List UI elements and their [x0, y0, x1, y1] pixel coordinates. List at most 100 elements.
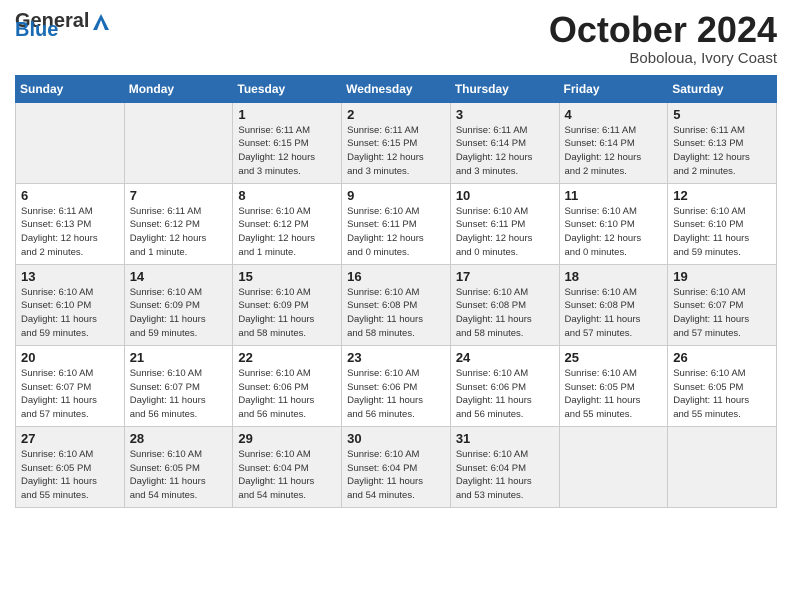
- day-info: Sunrise: 6:11 AMSunset: 6:13 PMDaylight:…: [21, 205, 119, 260]
- calendar-cell: 25 Sunrise: 6:10 AMSunset: 6:05 PMDayligh…: [559, 345, 668, 426]
- day-number: 30: [347, 431, 445, 446]
- calendar-cell: 16Sunrise: 6:10 AMSunset: 6:08 PMDayligh…: [342, 264, 451, 345]
- day-number: 24: [456, 350, 554, 365]
- weekday-header-row: SundayMondayTuesdayWednesdayThursdayFrid…: [16, 75, 777, 102]
- title-area: October 2024 Boboloua, Ivory Coast: [549, 10, 777, 67]
- logo-icon: [91, 12, 111, 32]
- logo-area: General Blue: [15, 10, 111, 42]
- calendar-cell: 24 Sunrise: 6:10 AMSunset: 6:06 PMDayligh…: [450, 345, 559, 426]
- day-info: Sunrise: 6:10 AMSunset: 6:10 PMDaylight:…: [21, 286, 119, 341]
- day-info: Sunrise: 6:10 AMSunset: 6:05 PMDaylight:…: [130, 448, 228, 503]
- day-info: Sunrise: 6:11 AMSunset: 6:15 PMDaylight:…: [347, 124, 445, 179]
- day-number: 17: [456, 269, 554, 284]
- weekday-header-thursday: Thursday: [450, 75, 559, 102]
- calendar-cell: 30Sunrise: 6:10 AMSunset: 6:04 PMDayligh…: [342, 426, 451, 507]
- day-info: Sunrise: 6:10 AMSunset: 6:04 PMDaylight:…: [238, 448, 336, 503]
- day-info: Sunrise: 6:10 AMSunset: 6:08 PMDaylight:…: [456, 286, 554, 341]
- calendar-cell: 9Sunrise: 6:10 AMSunset: 6:11 PMDaylight…: [342, 183, 451, 264]
- day-number: 1: [238, 107, 336, 122]
- day-info: Sunrise: 6:10 AMSunset: 6:06 PMDaylight:…: [347, 367, 445, 422]
- logo-text-blue: Blue: [15, 19, 58, 42]
- day-info: Sunrise: 6:10 AMSunset: 6:05 PMDaylight:…: [565, 367, 663, 422]
- calendar-cell: 4 Sunrise: 6:11 AMSunset: 6:14 PMDaylight…: [559, 102, 668, 183]
- calendar-cell: 18Sunrise: 6:10 AMSunset: 6:08 PMDayligh…: [559, 264, 668, 345]
- day-info: Sunrise: 6:10 AMSunset: 6:12 PMDaylight:…: [238, 205, 336, 260]
- day-info: Sunrise: 6:10 AMSunset: 6:07 PMDaylight:…: [673, 286, 771, 341]
- weekday-header-monday: Monday: [124, 75, 233, 102]
- calendar-cell: 22 Sunrise: 6:10 AMSunset: 6:06 PMDayligh…: [233, 345, 342, 426]
- calendar-week-row: 27 Sunrise: 6:10 AMSunset: 6:05 PMDayligh…: [16, 426, 777, 507]
- day-info: Sunrise: 6:10 AMSunset: 6:05 PMDaylight:…: [673, 367, 771, 422]
- day-number: 28: [130, 431, 228, 446]
- calendar-cell: 31 Sunrise: 6:10 AMSunset: 6:04 PMDayligh…: [450, 426, 559, 507]
- calendar-week-row: 1 Sunrise: 6:11 AMSunset: 6:15 PMDaylight…: [16, 102, 777, 183]
- day-info: Sunrise: 6:10 AMSunset: 6:07 PMDaylight:…: [21, 367, 119, 422]
- day-number: 16: [347, 269, 445, 284]
- day-number: 18: [565, 269, 663, 284]
- calendar-cell: 27 Sunrise: 6:10 AMSunset: 6:05 PMDayligh…: [16, 426, 125, 507]
- calendar-week-row: 13Sunrise: 6:10 AMSunset: 6:10 PMDayligh…: [16, 264, 777, 345]
- calendar-cell: 26Sunrise: 6:10 AMSunset: 6:05 PMDayligh…: [668, 345, 777, 426]
- day-info: Sunrise: 6:11 AMSunset: 6:14 PMDaylight:…: [456, 124, 554, 179]
- calendar-cell: 29 Sunrise: 6:10 AMSunset: 6:04 PMDayligh…: [233, 426, 342, 507]
- calendar-week-row: 20 Sunrise: 6:10 AMSunset: 6:07 PMDayligh…: [16, 345, 777, 426]
- day-number: 4: [565, 107, 663, 122]
- calendar-cell: 15Sunrise: 6:10 AMSunset: 6:09 PMDayligh…: [233, 264, 342, 345]
- calendar-cell: 6 Sunrise: 6:11 AMSunset: 6:13 PMDaylight…: [16, 183, 125, 264]
- day-number: 20: [21, 350, 119, 365]
- day-number: 27: [21, 431, 119, 446]
- day-info: Sunrise: 6:10 AMSunset: 6:09 PMDaylight:…: [130, 286, 228, 341]
- day-number: 23: [347, 350, 445, 365]
- day-info: Sunrise: 6:11 AMSunset: 6:14 PMDaylight:…: [565, 124, 663, 179]
- day-info: Sunrise: 6:10 AMSunset: 6:06 PMDaylight:…: [238, 367, 336, 422]
- calendar-cell: 17 Sunrise: 6:10 AMSunset: 6:08 PMDayligh…: [450, 264, 559, 345]
- day-number: 22: [238, 350, 336, 365]
- day-number: 2: [347, 107, 445, 122]
- day-number: 12: [673, 188, 771, 203]
- calendar-cell: 1 Sunrise: 6:11 AMSunset: 6:15 PMDaylight…: [233, 102, 342, 183]
- weekday-header-sunday: Sunday: [16, 75, 125, 102]
- calendar-cell: [124, 102, 233, 183]
- calendar-cell: 11 Sunrise: 6:10 AMSunset: 6:10 PMDayligh…: [559, 183, 668, 264]
- day-info: Sunrise: 6:11 AMSunset: 6:13 PMDaylight:…: [673, 124, 771, 179]
- calendar-cell: [16, 102, 125, 183]
- day-number: 14: [130, 269, 228, 284]
- calendar-week-row: 6 Sunrise: 6:11 AMSunset: 6:13 PMDaylight…: [16, 183, 777, 264]
- weekday-header-tuesday: Tuesday: [233, 75, 342, 102]
- weekday-header-saturday: Saturday: [668, 75, 777, 102]
- calendar-cell: 2 Sunrise: 6:11 AMSunset: 6:15 PMDaylight…: [342, 102, 451, 183]
- day-number: 29: [238, 431, 336, 446]
- day-info: Sunrise: 6:10 AMSunset: 6:07 PMDaylight:…: [130, 367, 228, 422]
- day-info: Sunrise: 6:10 AMSunset: 6:11 PMDaylight:…: [456, 205, 554, 260]
- day-info: Sunrise: 6:10 AMSunset: 6:10 PMDaylight:…: [565, 205, 663, 260]
- day-number: 19: [673, 269, 771, 284]
- calendar-cell: 19 Sunrise: 6:10 AMSunset: 6:07 PMDayligh…: [668, 264, 777, 345]
- calendar-cell: 20 Sunrise: 6:10 AMSunset: 6:07 PMDayligh…: [16, 345, 125, 426]
- page: General Blue October 2024 Boboloua, Ivor…: [0, 0, 792, 612]
- calendar-cell: 8 Sunrise: 6:10 AMSunset: 6:12 PMDaylight…: [233, 183, 342, 264]
- day-number: 31: [456, 431, 554, 446]
- calendar-cell: 23 Sunrise: 6:10 AMSunset: 6:06 PMDayligh…: [342, 345, 451, 426]
- day-number: 9: [347, 188, 445, 203]
- day-info: Sunrise: 6:10 AMSunset: 6:06 PMDaylight:…: [456, 367, 554, 422]
- day-info: Sunrise: 6:10 AMSunset: 6:04 PMDaylight:…: [456, 448, 554, 503]
- day-info: Sunrise: 6:10 AMSunset: 6:05 PMDaylight:…: [21, 448, 119, 503]
- calendar-cell: 14 Sunrise: 6:10 AMSunset: 6:09 PMDayligh…: [124, 264, 233, 345]
- calendar-cell: 7Sunrise: 6:11 AMSunset: 6:12 PMDaylight…: [124, 183, 233, 264]
- weekday-header-wednesday: Wednesday: [342, 75, 451, 102]
- day-info: Sunrise: 6:11 AMSunset: 6:15 PMDaylight:…: [238, 124, 336, 179]
- calendar-cell: 3Sunrise: 6:11 AMSunset: 6:14 PMDaylight…: [450, 102, 559, 183]
- day-number: 25: [565, 350, 663, 365]
- calendar-cell: 21Sunrise: 6:10 AMSunset: 6:07 PMDayligh…: [124, 345, 233, 426]
- day-info: Sunrise: 6:10 AMSunset: 6:10 PMDaylight:…: [673, 205, 771, 260]
- day-number: 8: [238, 188, 336, 203]
- day-number: 7: [130, 188, 228, 203]
- location-subtitle: Boboloua, Ivory Coast: [549, 50, 777, 67]
- calendar-cell: 12 Sunrise: 6:10 AMSunset: 6:10 PMDayligh…: [668, 183, 777, 264]
- calendar-table: SundayMondayTuesdayWednesdayThursdayFrid…: [15, 75, 777, 508]
- day-number: 6: [21, 188, 119, 203]
- weekday-header-friday: Friday: [559, 75, 668, 102]
- day-number: 11: [565, 188, 663, 203]
- day-number: 10: [456, 188, 554, 203]
- calendar-cell: 28 Sunrise: 6:10 AMSunset: 6:05 PMDayligh…: [124, 426, 233, 507]
